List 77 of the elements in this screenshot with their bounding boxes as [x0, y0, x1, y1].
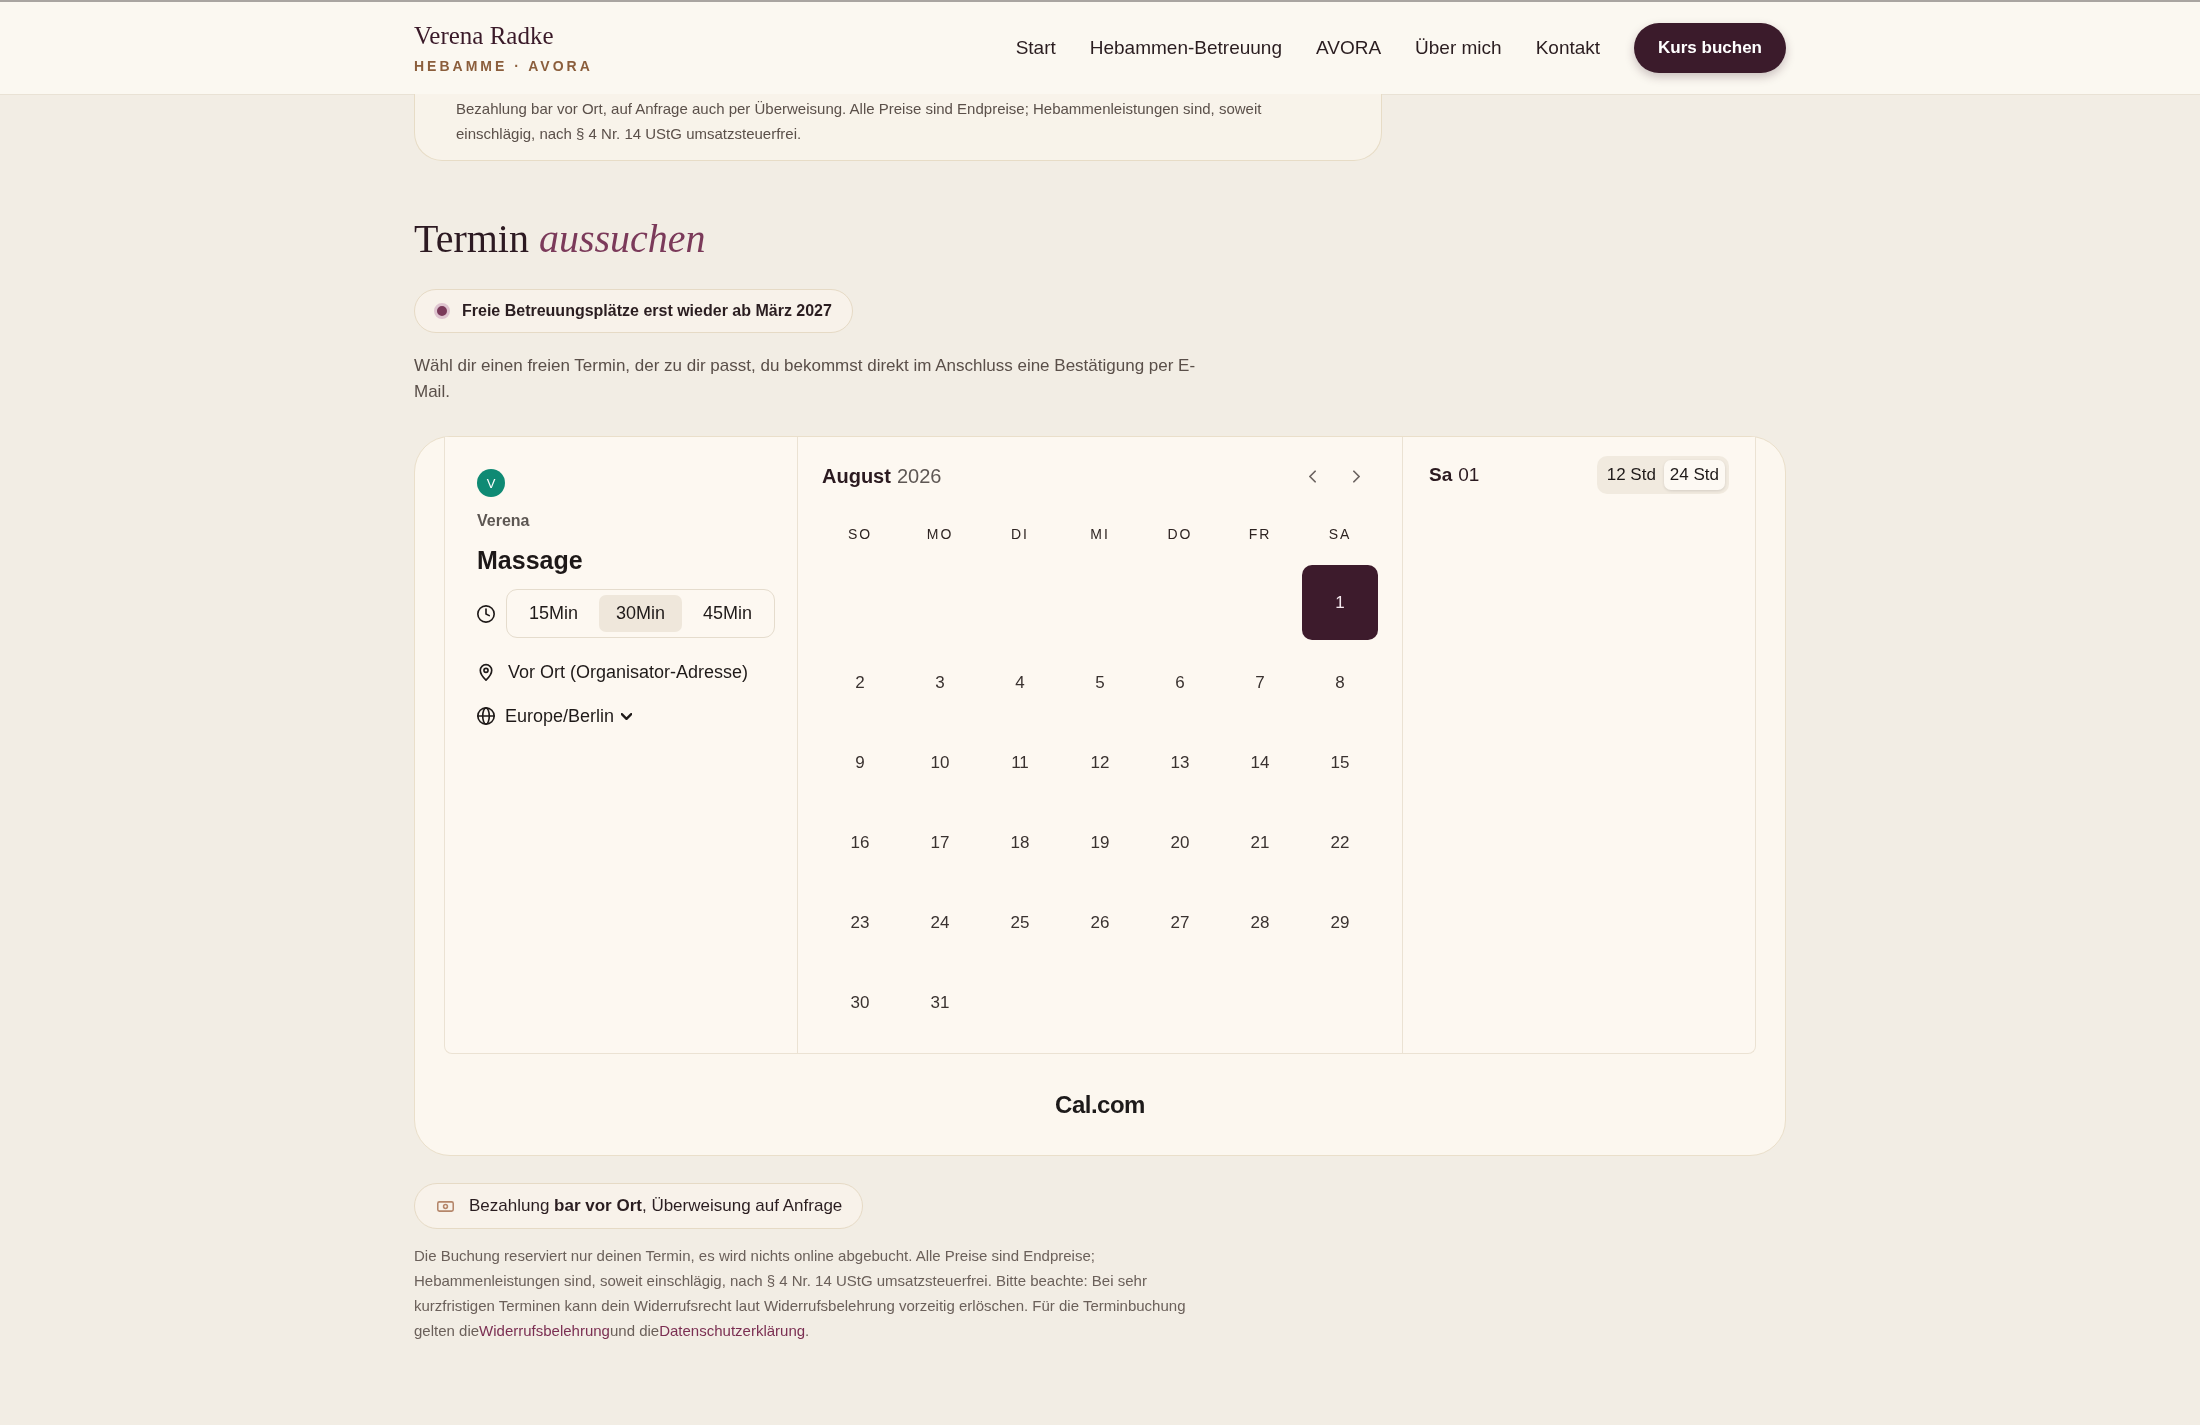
weekday-label: DO: [1166, 525, 1194, 544]
time-format-option[interactable]: 24 Std: [1663, 460, 1725, 490]
calendar-day[interactable]: 13: [1142, 725, 1218, 800]
calendar-day[interactable]: 10: [902, 725, 978, 800]
calendar-day[interactable]: 23: [822, 885, 898, 960]
calendar-day[interactable]: 7: [1222, 645, 1298, 720]
calcom-logo[interactable]: Cal.com: [1055, 1090, 1145, 1119]
duration-option[interactable]: 45Min: [686, 595, 770, 632]
host-name: Verena: [477, 511, 530, 531]
time-format-option[interactable]: 12 Std: [1600, 460, 1662, 490]
nav-link[interactable]: AVORA: [1315, 37, 1382, 59]
calendar-day[interactable]: 9: [822, 725, 898, 800]
chevron-down-icon: [621, 712, 633, 720]
weekday-label: MI: [1089, 525, 1111, 544]
calendar-day[interactable]: 15: [1302, 725, 1378, 800]
legal-link[interactable]: Widerrufsbelehrung: [479, 1322, 610, 1339]
brand-name[interactable]: Verena Radke: [414, 21, 554, 51]
banknote-icon: [437, 1200, 454, 1212]
calendar-day[interactable]: 30: [822, 965, 898, 1040]
calendar-day[interactable]: 12: [1062, 725, 1138, 800]
nav-link[interactable]: Kontakt: [1535, 37, 1601, 59]
calendar-day[interactable]: 27: [1142, 885, 1218, 960]
calendar-day[interactable]: 20: [1142, 805, 1218, 880]
duration-option[interactable]: 15Min: [512, 595, 596, 632]
chevron-right-icon: [1352, 469, 1360, 483]
legal-note: Die Buchung reserviert nur deinen Termin, es wird nichts online abgebucht. Alle Preise sind Endpreise; Hebammenleistungen sind, soweit einschlägig, nach § 4 Nr. 14 UStG umsatzsteuerfrei. Bitte beachte: Bei sehr kurzfristigen Terminen kann dein Widerrufsrecht laut Widerrufsbelehrung vorzeitig erlöschen. Für die Terminbuchung gelten dieWiderrufsbelehrungund dieDatenschutzerklärung.: [414, 1246, 1187, 1341]
calendar-day[interactable]: 22: [1302, 805, 1378, 880]
calendar-day[interactable]: 2: [822, 645, 898, 720]
nav-link[interactable]: Über mich: [1415, 37, 1502, 59]
status-dot-icon: [434, 303, 450, 319]
section-heading: Termin aussuchen: [414, 215, 707, 263]
weekday-label: DI: [1010, 525, 1030, 544]
calendar-day[interactable]: 18: [982, 805, 1058, 880]
weekday-label: SO: [846, 525, 874, 544]
calendar-day[interactable]: 28: [1222, 885, 1298, 960]
calendar-day[interactable]: 21: [1222, 805, 1298, 880]
globe-icon: [477, 707, 495, 725]
calendar-day[interactable]: 17: [902, 805, 978, 880]
calendar-day[interactable]: 16: [822, 805, 898, 880]
calendar-day[interactable]: 24: [902, 885, 978, 960]
calendar-day[interactable]: 19: [1062, 805, 1138, 880]
calendar-day[interactable]: 26: [1062, 885, 1138, 960]
nav-link[interactable]: Hebammen-Betreuung: [1089, 37, 1282, 59]
event-title: Massage: [477, 545, 583, 576]
calendar-day[interactable]: 8: [1302, 645, 1378, 720]
clock-icon: [477, 604, 495, 623]
calendar-day[interactable]: 4: [982, 645, 1058, 720]
availability-text: Freie Betreuungsplätze erst wieder ab März 2027: [462, 302, 832, 320]
weekday-label: SA: [1327, 525, 1353, 544]
book-course-button[interactable]: Kurs buchen: [1634, 23, 1786, 73]
host-avatar: V: [477, 469, 505, 497]
year-label: 2026: [896, 464, 942, 488]
brand-tagline: HEBAMME · AVORA: [414, 57, 593, 75]
duration-option[interactable]: 30Min: [599, 595, 683, 632]
legal-link[interactable]: Datenschutzerklärung: [659, 1322, 806, 1339]
calendar-day[interactable]: 29: [1302, 885, 1378, 960]
month-label: August: [822, 464, 891, 488]
weekday-label: FR: [1247, 525, 1273, 544]
intro-text: Wähl dir einen freien Termin, der zu dir passt, du bekommst direkt im Anschluss eine Bestätigung per E-Mail.: [414, 355, 1197, 403]
calendar-day[interactable]: 3: [902, 645, 978, 720]
calendar-day[interactable]: 6: [1142, 645, 1218, 720]
calendar-day[interactable]: 5: [1062, 645, 1138, 720]
timezone-select[interactable]: Europe/Berlin: [505, 704, 633, 728]
payment-text: Bezahlung bar vor Ort, Überweisung auf Anfrage: [469, 1196, 843, 1216]
map-pin-icon: [477, 663, 495, 681]
weekday-label: MO: [925, 525, 955, 544]
location-text: Vor Ort (Organisator-Adresse): [508, 661, 749, 684]
calendar-day[interactable]: 25: [982, 885, 1058, 960]
selected-day-date: 01: [1458, 464, 1480, 486]
calendar-day[interactable]: 14: [1222, 725, 1298, 800]
nav-link[interactable]: Start: [1015, 37, 1056, 59]
calendar-day[interactable]: 31: [902, 965, 978, 1040]
selected-day-weekday: Sa: [1429, 464, 1453, 486]
calendar-day[interactable]: 1: [1302, 565, 1378, 640]
calendar-day[interactable]: 11: [982, 725, 1058, 800]
payment-info-text: Bezahlung bar vor Ort, auf Anfrage auch per Überweisung. Alle Preise sind Endpreise; Hebammenleistungen sind, soweit einschlägig, nach § 4 Nr. 14 UStG umsatzsteuerfrei.: [456, 99, 1263, 144]
chevron-left-icon: [1308, 469, 1316, 483]
